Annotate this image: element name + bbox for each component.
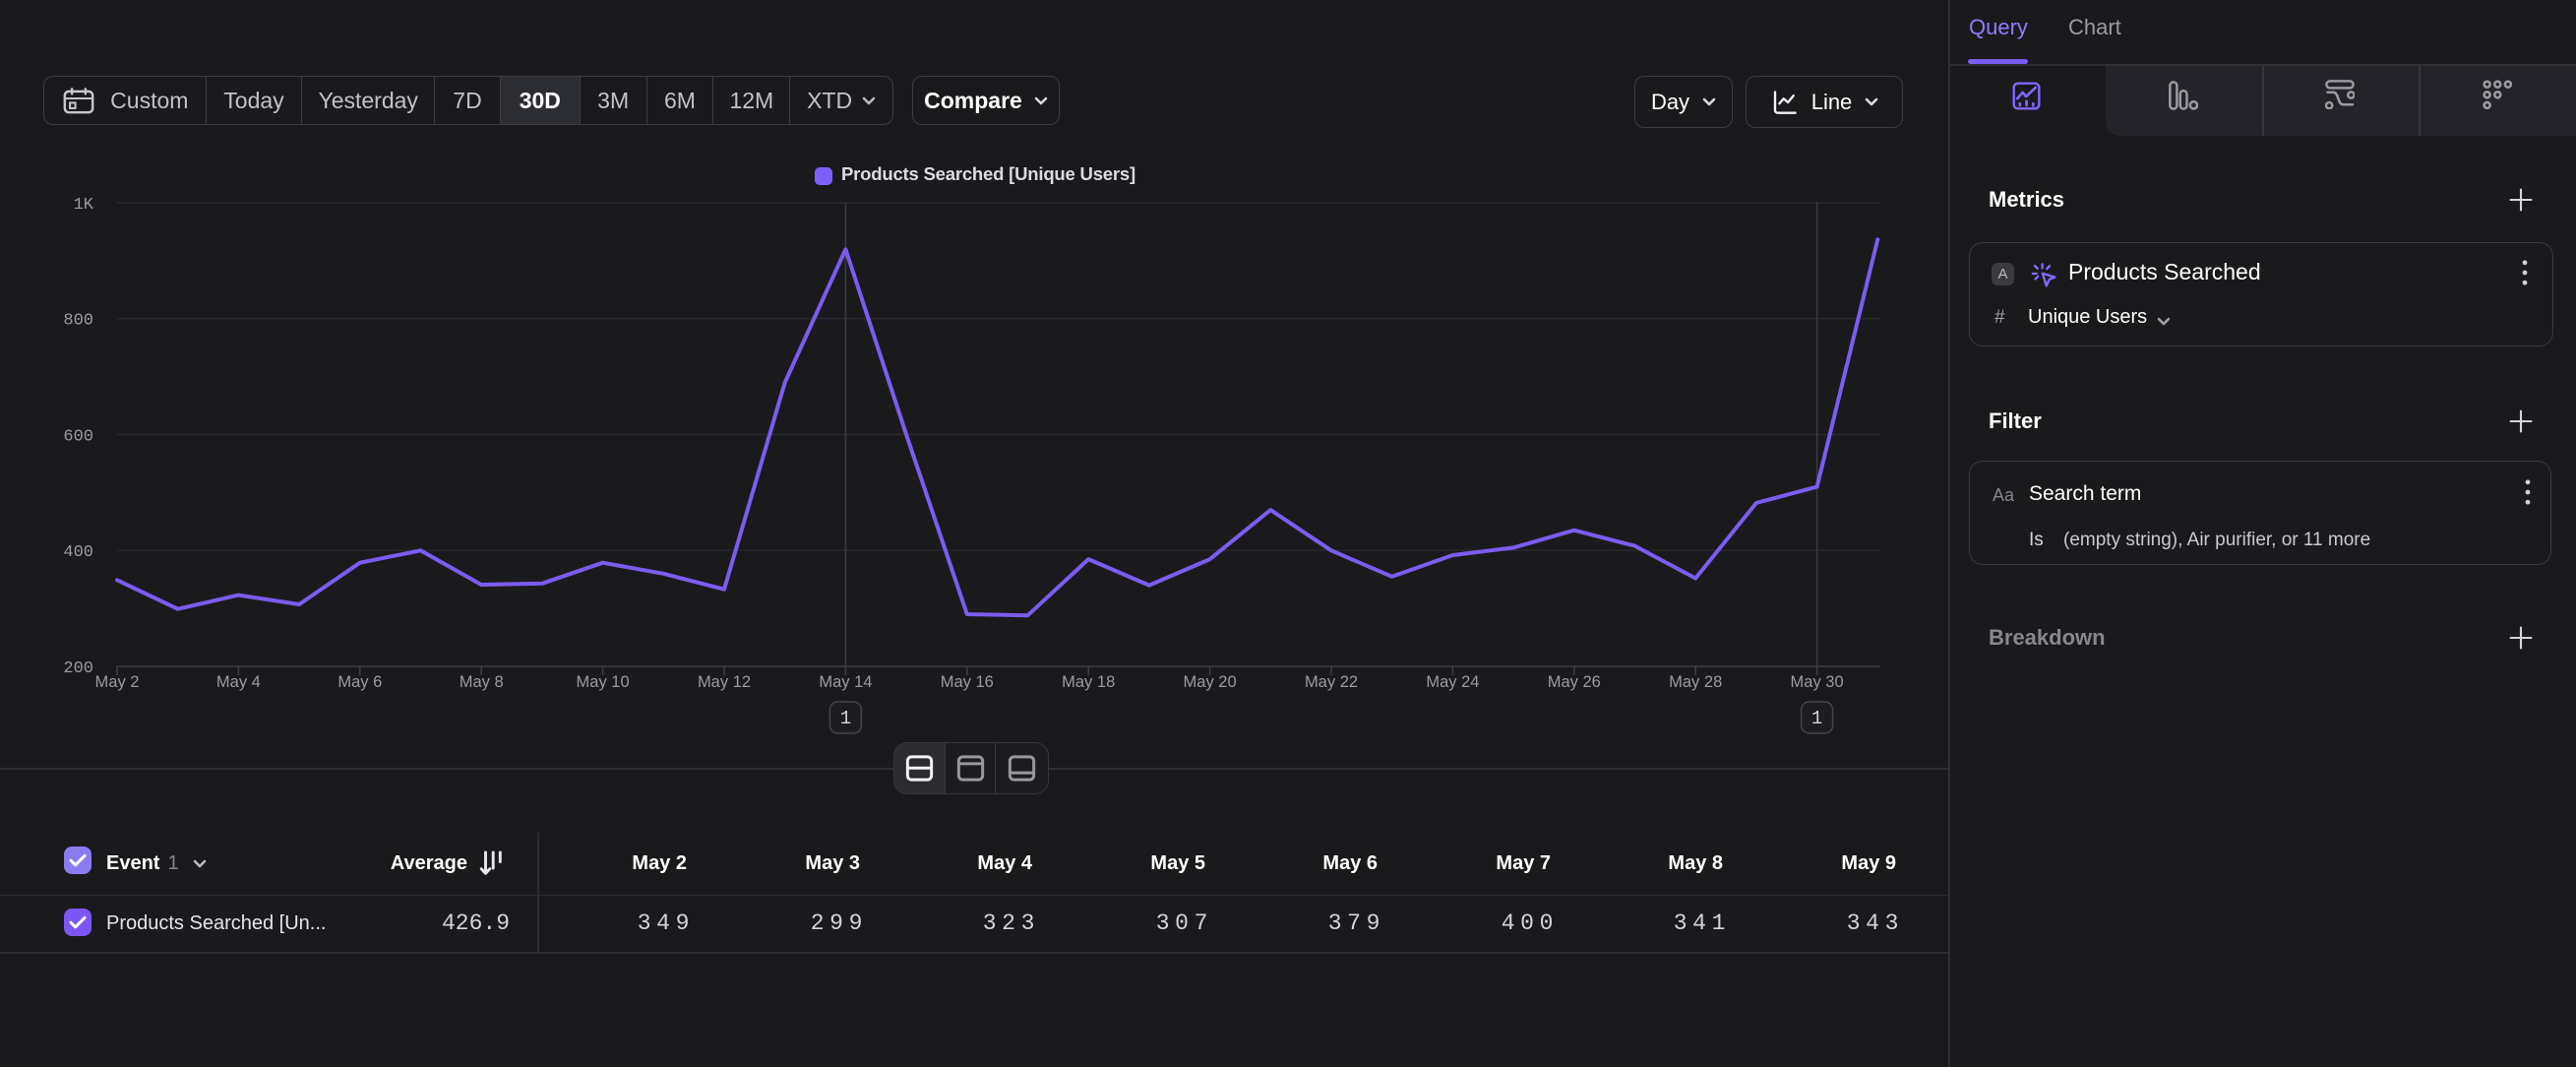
svg-text:May 10: May 10 [577, 673, 630, 691]
svg-text:May 6: May 6 [337, 673, 382, 691]
svg-text:800: 800 [63, 312, 93, 331]
svg-text:May 2: May 2 [95, 673, 140, 691]
svg-text:May 12: May 12 [698, 673, 751, 691]
svg-text:May 20: May 20 [1184, 673, 1237, 691]
svg-text:May 24: May 24 [1426, 673, 1479, 691]
svg-text:May 22: May 22 [1305, 673, 1358, 691]
svg-text:1: 1 [840, 708, 851, 729]
svg-text:May 4: May 4 [216, 673, 261, 691]
svg-text:1K: 1K [74, 196, 94, 215]
svg-text:May 18: May 18 [1062, 673, 1115, 691]
svg-text:May 28: May 28 [1669, 673, 1722, 691]
svg-text:400: 400 [63, 543, 93, 562]
svg-text:200: 200 [63, 659, 93, 678]
svg-text:May 8: May 8 [460, 673, 504, 691]
svg-text:May 30: May 30 [1791, 673, 1844, 691]
svg-text:May 16: May 16 [941, 673, 994, 691]
svg-text:May 14: May 14 [819, 673, 872, 691]
svg-text:600: 600 [63, 427, 93, 446]
svg-text:1: 1 [1811, 708, 1822, 729]
svg-text:May 26: May 26 [1548, 673, 1601, 691]
